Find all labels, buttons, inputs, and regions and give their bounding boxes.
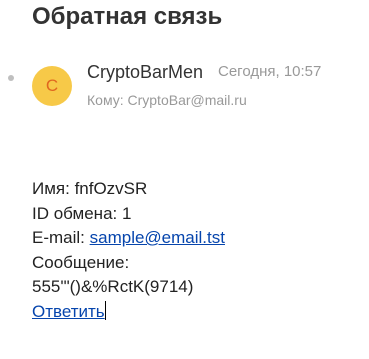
text-cursor (104, 300, 106, 320)
recipient-line: Кому: CryptoBar@mail.ru (87, 92, 247, 108)
email-subject: Обратная связь (32, 3, 223, 30)
unread-indicator[interactable] (8, 75, 14, 81)
email-line: E-mail: sample@email.tst (32, 226, 225, 251)
message-label: Сообщение: (32, 252, 130, 272)
exchange-id-label: ID обмена: (32, 203, 122, 223)
exchange-id-value: 1 (121, 203, 132, 223)
email-body: Имя: fnfOzvSR ID обмена: 1 E-mail: sampl… (32, 177, 225, 324)
name-label: Имя: (32, 179, 75, 198)
exchange-id-line: ID обмена: 1 (32, 202, 225, 227)
name-value: fnfOzvSR (74, 179, 148, 198)
email-date: Сегодня, 10:57 (218, 63, 322, 80)
email-label: E-mail: (32, 228, 90, 247)
reply-line: Ответить (32, 300, 225, 325)
message-value: 555'"()&%RctK(9714) (32, 277, 194, 296)
avatar: C (32, 66, 72, 106)
name-line: Имя: fnfOzvSR (32, 177, 225, 202)
avatar-letter: C (45, 76, 59, 95)
email-link[interactable]: sample@email.tst (90, 228, 225, 247)
reply-link[interactable]: Ответить (32, 302, 105, 321)
sender-name[interactable]: CryptoBarMen (87, 62, 203, 83)
